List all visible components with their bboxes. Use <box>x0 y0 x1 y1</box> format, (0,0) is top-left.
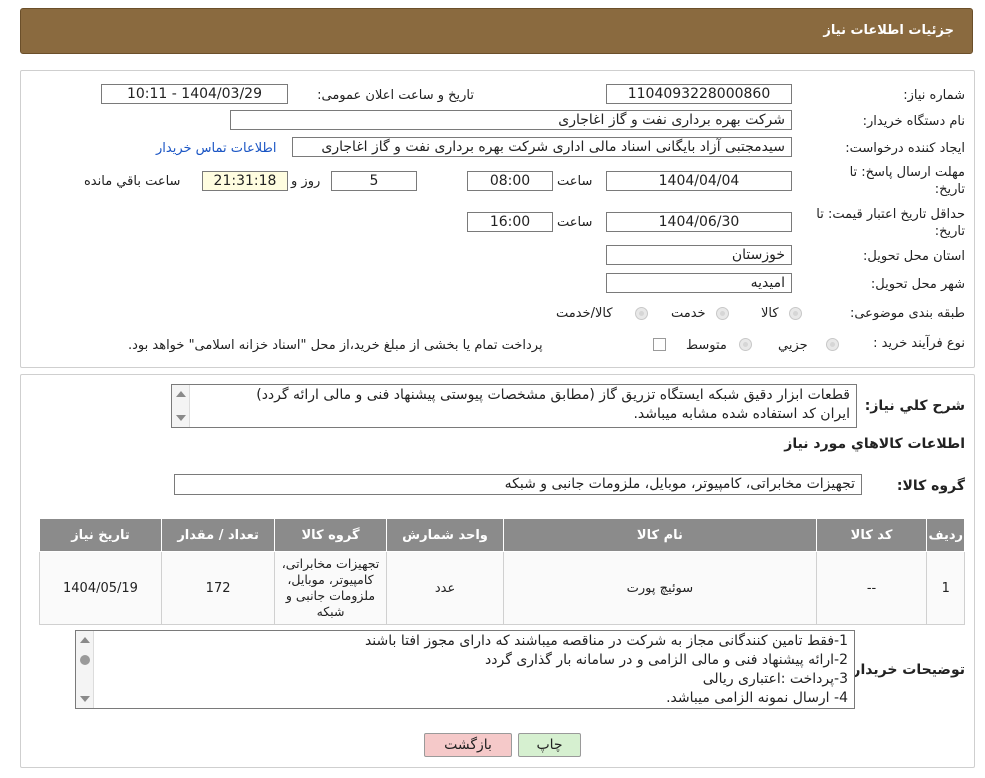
remaining-time-field: 21:31:18 <box>202 171 288 191</box>
city-label: شهر محل تحویل: <box>870 277 965 292</box>
validity-label: حداقل تاریخ اعتبار قیمت: تا <box>816 207 965 222</box>
table-header-row: ردیف کد کالا نام کالا واحد شمارش گروه کا… <box>39 518 965 552</box>
deadline-label-2: تاریخ: <box>934 182 965 197</box>
summary-textarea[interactable]: قطعات ابزار دقیق شبکه ایستگاه تزریق گاز … <box>171 384 857 428</box>
days-label: روز و <box>291 174 321 189</box>
category-label: طبقه بندی موضوعی: <box>849 306 965 321</box>
validity-date-field: 1404/06/30 <box>606 212 792 232</box>
cell-group-line-2: کامپیوتر، موبایل، <box>287 572 374 587</box>
validity-time-label: ساعت <box>557 215 593 230</box>
deadline-label: مهلت ارسال پاسخ: تا <box>849 165 965 180</box>
treasury-note: پرداخت تمام یا بخشی از مبلغ خرید،از محل … <box>128 338 543 353</box>
requester-label: ایجاد کننده درخواست: <box>845 141 965 156</box>
page-title: جزئیات اطلاعات نیاز <box>823 23 954 38</box>
summary-scrollbar[interactable] <box>172 385 190 427</box>
col-date: تاریخ نیاز <box>39 518 162 552</box>
category-goods-service-radio[interactable] <box>635 307 648 320</box>
summary-line-2: ایران کد استفاده شده مشابه میباشد. <box>633 406 850 422</box>
province-label: استان محل تحویل: <box>863 249 965 264</box>
purchase-minor-label: جزیي <box>778 338 808 353</box>
treasury-checkbox[interactable] <box>653 338 666 351</box>
group-field: تجهیزات مخابراتی، کامپیوتر، موبایل، ملزو… <box>174 474 862 495</box>
items-heading: اطلاعات کالاهاي مورد نیاز <box>784 436 965 452</box>
purchase-medium-label: متوسط <box>686 338 727 353</box>
cell-group-line-3: ملزومات جانبی و <box>285 588 376 603</box>
city-field: امیدیه <box>606 273 792 293</box>
scroll-thumb[interactable] <box>80 655 90 665</box>
days-field: 5 <box>331 171 417 191</box>
group-label: گروه کالا: <box>896 478 965 494</box>
cell-code: -- <box>815 551 928 625</box>
note-line-4: 4- ارسال نمونه الزامی میباشد. <box>666 690 848 706</box>
province-field: خوزستان <box>606 245 792 265</box>
announce-label: تاریخ و ساعت اعلان عمومی: <box>317 88 474 103</box>
category-goods-label: کالا <box>761 306 779 321</box>
scroll-down-icon[interactable] <box>80 696 90 702</box>
cell-qty: 172 <box>160 551 276 625</box>
purchase-medium-radio[interactable] <box>739 338 752 351</box>
note-line-1: 1-فقط تامین کنندگانی مجاز به شرکت در منا… <box>364 633 848 649</box>
col-code: کد کالا <box>815 518 928 552</box>
buyer-notes-label: توضیحات خریدار: <box>846 662 965 678</box>
note-line-2: 2-ارائه پیشنهاد فنی و مالی الزامی و در س… <box>485 652 848 668</box>
category-goods-radio[interactable] <box>789 307 802 320</box>
deadline-time-field: 08:00 <box>467 171 553 191</box>
purchase-type-label: نوع فرآیند خرید : <box>873 336 965 351</box>
note-line-3: 3-پرداخت :اعتباری ریالی <box>702 671 848 687</box>
category-goods-service-label: کالا/خدمت <box>556 306 613 321</box>
category-service-radio[interactable] <box>716 307 729 320</box>
scroll-up-icon[interactable] <box>80 637 90 643</box>
col-qty: تعداد / مقدار <box>160 518 276 552</box>
buyer-org-field: شرکت بهره برداری نفت و گاز اغاجاری <box>230 110 792 130</box>
buyer-contact-link[interactable]: اطلاعات تماس خریدار <box>156 141 276 156</box>
col-unit: واحد شمارش <box>385 518 505 552</box>
table-row: 1 -- سوئیچ پورت عدد تجهیزات مخابراتی، کا… <box>39 551 965 625</box>
cell-index: 1 <box>926 551 965 625</box>
summary-line-1: قطعات ابزار دقیق شبکه ایستگاه تزریق گاز … <box>256 387 850 403</box>
purchase-minor-radio[interactable] <box>826 338 839 351</box>
col-index: ردیف <box>926 518 965 552</box>
need-number-label: شماره نیاز: <box>903 88 965 103</box>
scroll-up-icon[interactable] <box>176 391 186 397</box>
category-service-label: خدمت <box>671 306 706 321</box>
validity-time-field: 16:00 <box>467 212 553 232</box>
cell-group-line-1: تجهیزات مخابراتی، <box>281 556 380 571</box>
announce-field: 1404/03/29 - 10:11 <box>101 84 288 104</box>
notes-scrollbar[interactable] <box>76 631 94 708</box>
col-name: نام کالا <box>503 518 817 552</box>
deadline-time-label: ساعت <box>557 174 593 189</box>
requester-field: سیدمجتبی آزاد بایگانی اسناد مالی اداری ش… <box>292 137 792 157</box>
cell-name: سوئیچ پورت <box>503 551 817 625</box>
scroll-down-icon[interactable] <box>176 415 186 421</box>
buyer-notes-textarea[interactable]: 1-فقط تامین کنندگانی مجاز به شرکت در منا… <box>75 630 855 709</box>
cell-date: 1404/05/19 <box>39 551 162 625</box>
cell-unit: عدد <box>385 551 505 625</box>
print-button[interactable]: چاپ <box>518 733 581 757</box>
summary-label: شرح کلي نیاز: <box>864 398 965 414</box>
back-button[interactable]: بازگشت <box>424 733 512 757</box>
buyer-org-label: نام دستگاه خریدار: <box>862 114 965 129</box>
cell-group: تجهیزات مخابراتی، کامپیوتر، موبایل، ملزو… <box>274 551 387 625</box>
items-table: ردیف کد کالا نام کالا واحد شمارش گروه کا… <box>39 518 965 625</box>
cell-group-line-4: شبکه <box>316 604 345 619</box>
deadline-date-field: 1404/04/04 <box>606 171 792 191</box>
page-header: جزئیات اطلاعات نیاز <box>20 8 973 54</box>
need-number-field: 1104093228000860 <box>606 84 792 104</box>
col-group: گروه کالا <box>274 518 387 552</box>
validity-label-2: تاریخ: <box>934 224 965 239</box>
remaining-label: ساعت باقي مانده <box>84 174 181 189</box>
